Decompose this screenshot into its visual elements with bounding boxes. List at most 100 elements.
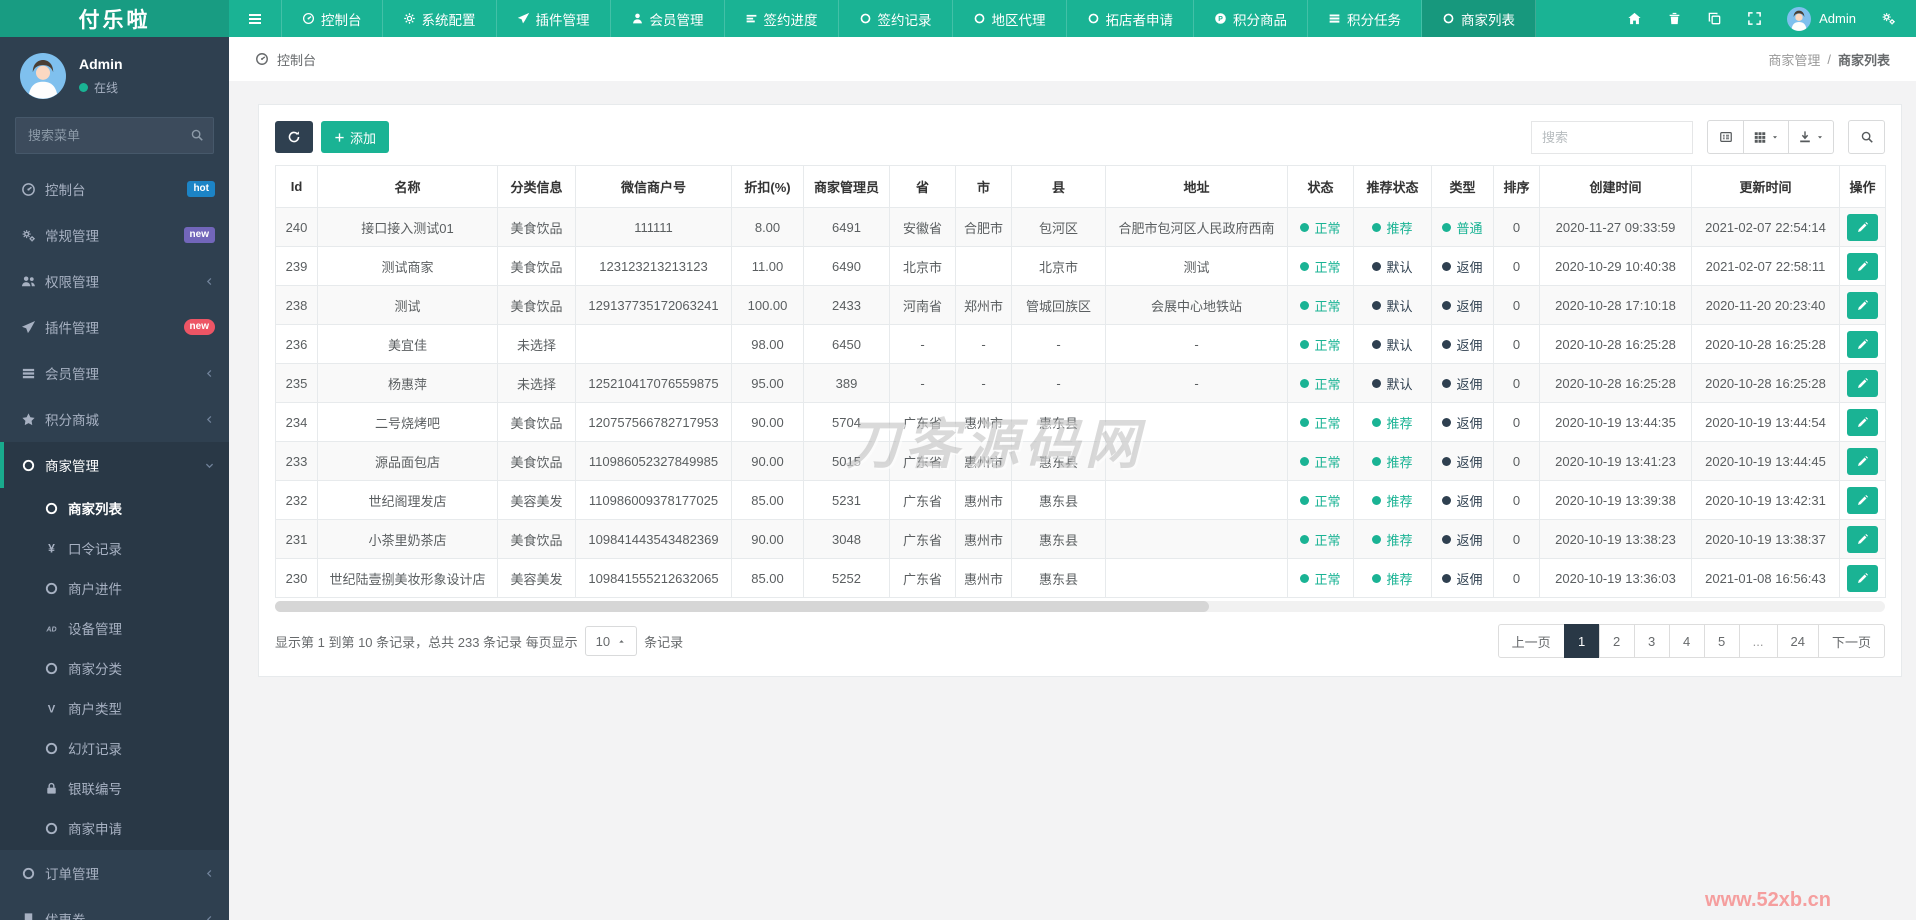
columns-button[interactable] <box>1744 120 1789 154</box>
search-button[interactable] <box>1848 120 1885 154</box>
sidebar-item-label: 权限管理 <box>45 275 99 290</box>
trash-button[interactable] <box>1667 11 1682 26</box>
status-dot-icon <box>1372 261 1382 271</box>
cell-province: 广东省 <box>889 519 956 559</box>
sidebar-item[interactable]: 优惠券 <box>0 896 229 920</box>
user-menu[interactable]: Admin <box>1787 7 1856 31</box>
sidebar-toggle-button[interactable] <box>229 0 281 37</box>
copy-icon <box>1707 11 1722 26</box>
avatar[interactable] <box>20 53 66 99</box>
edit-button[interactable] <box>1847 486 1878 514</box>
sidebar-subitem[interactable]: 商家列表 <box>0 488 229 528</box>
topnav-item[interactable]: 控制台 <box>281 0 383 37</box>
topnav-item[interactable]: 拓店者申请 <box>1067 0 1194 37</box>
breadcrumb-section[interactable]: 商家管理 <box>1768 50 1820 69</box>
status-dot-icon <box>1300 495 1310 505</box>
sidebar-item[interactable]: 商家管理 <box>0 442 229 488</box>
sidebar-item[interactable]: 订单管理 <box>0 850 229 896</box>
copy-button[interactable] <box>1707 11 1722 26</box>
edit-button[interactable] <box>1847 291 1878 319</box>
sidebar-item[interactable]: 会员管理 <box>0 350 229 396</box>
export-button[interactable] <box>1789 120 1834 154</box>
sidebar-item[interactable]: 常规管理 new <box>0 212 229 258</box>
cell-type: 返佣 <box>1431 363 1494 403</box>
sidebar-subitem[interactable]: 设备管理 <box>0 608 229 648</box>
cell-address <box>1105 558 1288 598</box>
pencil-icon <box>1856 260 1869 273</box>
page-button[interactable]: 4 <box>1668 624 1705 658</box>
table-search-input[interactable] <box>1531 120 1693 154</box>
edit-button[interactable] <box>1847 564 1878 592</box>
page-button[interactable]: 3 <box>1633 624 1670 658</box>
sidebar: Admin 在线 控制台 hot 常规管理 new 权限管理插件管理 new 会员管理积分商… <box>0 37 229 920</box>
sidebar-subitem[interactable]: 商家分类 <box>0 648 229 688</box>
page-button[interactable]: 上一页 <box>1497 624 1565 658</box>
topnav-item[interactable]: 系统配置 <box>383 0 497 37</box>
table-footer: 显示第 1 到第 10 条记录，总共 233 条记录 每页显示 10 条记录 上… <box>275 624 1885 658</box>
edit-button[interactable] <box>1847 213 1878 241</box>
page-button[interactable]: 1 <box>1563 624 1600 658</box>
status-dot-icon <box>1300 378 1310 388</box>
chevron-left-icon <box>204 276 215 287</box>
expand-button[interactable] <box>1747 11 1762 26</box>
topnav-item[interactable]: 会员管理 <box>611 0 725 37</box>
edit-button[interactable] <box>1847 408 1878 436</box>
sidebar-subitem[interactable]: 商户类型 <box>0 688 229 728</box>
cell-updated: 2020-11-20 20:23:40 <box>1691 285 1840 325</box>
sidebar-item[interactable]: 积分商城 <box>0 396 229 442</box>
circle-icon <box>44 821 59 836</box>
sidebar-item-label: 幻灯记录 <box>68 742 122 757</box>
edit-button[interactable] <box>1847 369 1878 397</box>
user-profile: Admin 在线 <box>0 37 229 111</box>
cell-city: - <box>955 324 1012 364</box>
sidebar-subitem[interactable]: 幻灯记录 <box>0 728 229 768</box>
topnav-item[interactable]: 插件管理 <box>497 0 611 37</box>
topnav-item[interactable]: 签约记录 <box>839 0 953 37</box>
sidebar-search-input[interactable] <box>15 117 214 154</box>
sidebar-subitem[interactable]: 商户进件 <box>0 568 229 608</box>
column-header: 微信商户号 <box>575 165 732 208</box>
sidebar-subitem[interactable]: 银联编号 <box>0 768 229 808</box>
page-button[interactable]: 下一页 <box>1817 624 1885 658</box>
topnav-item[interactable]: 积分任务 <box>1308 0 1422 37</box>
horizontal-scrollbar[interactable] <box>275 601 1885 612</box>
recommend-badge: 推荐 <box>1372 413 1413 432</box>
cell-updated: 2021-02-07 22:54:14 <box>1691 207 1840 247</box>
home-button[interactable] <box>1627 11 1642 26</box>
settings-button[interactable] <box>1881 11 1896 26</box>
recommend-label: 推荐 <box>1386 571 1413 587</box>
breadcrumb-separator: / <box>1827 51 1831 67</box>
topnav-item[interactable]: 商家列表 <box>1422 0 1536 37</box>
edit-button[interactable] <box>1847 252 1878 280</box>
sidebar-item[interactable]: 控制台 hot <box>0 166 229 212</box>
detail-view-button[interactable] <box>1707 120 1744 154</box>
cell-recommend: 推荐 <box>1353 558 1432 598</box>
column-header: 折扣(%) <box>731 165 804 208</box>
scrollbar-thumb[interactable] <box>275 601 1209 612</box>
edit-button[interactable] <box>1847 525 1878 553</box>
page-button[interactable]: 5 <box>1703 624 1740 658</box>
page-button[interactable]: 2 <box>1598 624 1635 658</box>
page-button[interactable]: 24 <box>1776 624 1819 658</box>
pagination: 上一页 1 2 3 4 5... 24 下一页 <box>1497 624 1885 658</box>
column-header: 名称 <box>317 165 498 208</box>
cell-recommend: 推荐 <box>1353 207 1432 247</box>
brand-logo[interactable]: 付乐啦 <box>0 0 229 37</box>
topnav-item[interactable]: 地区代理 <box>953 0 1067 37</box>
sidebar-submenu: 商家列表 口令记录 商户进件 设备管理 商家分类 商户类型幻灯记录银联编号 商家申请 <box>0 488 229 850</box>
refresh-button[interactable] <box>275 121 313 153</box>
breadcrumb-home[interactable]: 控制台 <box>277 50 316 69</box>
sidebar-subitem[interactable]: 口令记录 <box>0 528 229 568</box>
edit-button[interactable] <box>1847 447 1878 475</box>
topnav-item[interactable]: 签约进度 <box>725 0 839 37</box>
edit-button[interactable] <box>1847 330 1878 358</box>
status-label: 正常 <box>1314 571 1341 587</box>
cell-created: 2020-10-19 13:36:03 <box>1539 558 1692 598</box>
sidebar-item[interactable]: 权限管理 <box>0 258 229 304</box>
sidebar-item[interactable]: 插件管理 new <box>0 304 229 350</box>
topnav-item[interactable]: 积分商品 <box>1194 0 1308 37</box>
add-button[interactable]: 添加 <box>321 121 390 153</box>
sidebar-subitem[interactable]: 商家申请 <box>0 808 229 848</box>
page-size-dropdown[interactable]: 10 <box>584 626 638 656</box>
cell-status: 正常 <box>1287 441 1354 481</box>
